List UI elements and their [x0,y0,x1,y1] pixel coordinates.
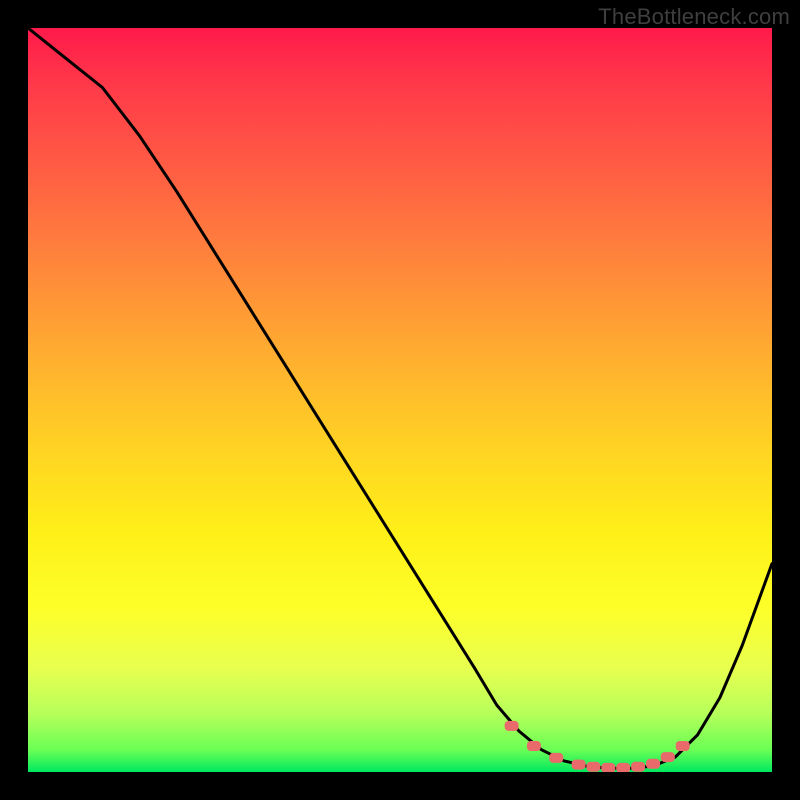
watermark-text: TheBottleneck.com [598,4,790,30]
chart-frame: TheBottleneck.com [0,0,800,800]
bottleneck-curve [28,28,772,768]
chart-svg [28,28,772,772]
optimal-range-dots [505,721,690,772]
plot-area [28,28,772,772]
